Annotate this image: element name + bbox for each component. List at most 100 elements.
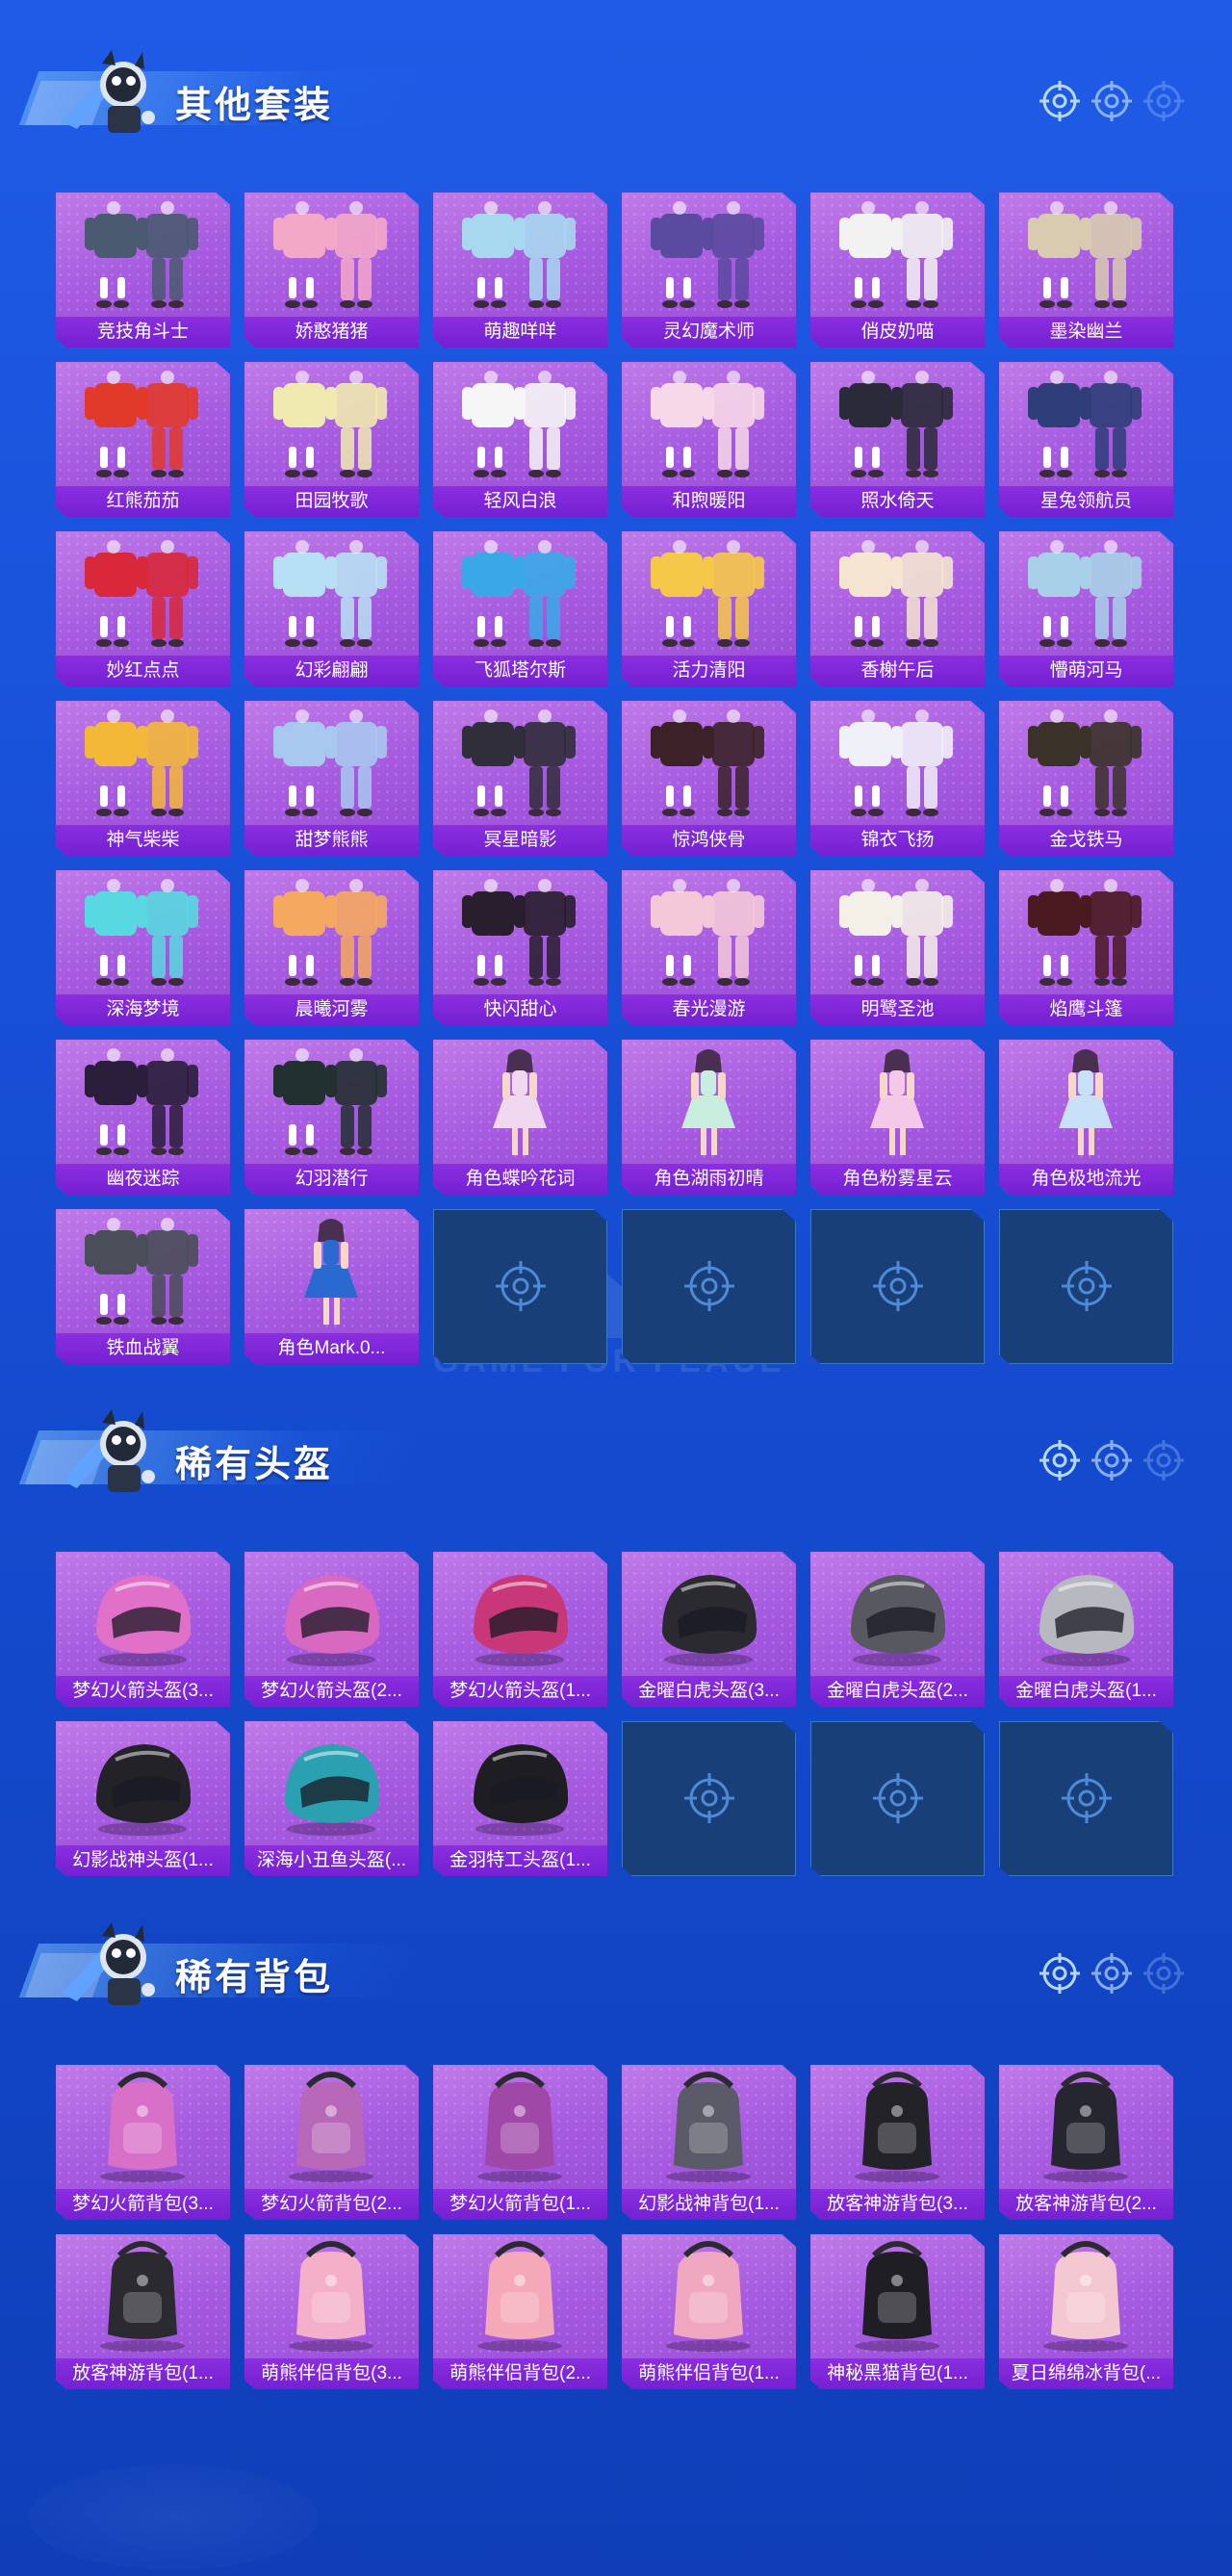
backpack-image	[477, 2241, 562, 2352]
item-tile[interactable]: 锦衣飞扬	[810, 701, 985, 856]
item-tile[interactable]: 幻影战神背包(1...	[622, 2065, 796, 2220]
item-tile[interactable]: 放客神游背包(2...	[999, 2065, 1173, 2220]
item-tile[interactable]: 金戈铁马	[999, 701, 1173, 856]
item-tile[interactable]: 俏皮奶喵	[810, 193, 985, 348]
item-tile[interactable]: 轻风白浪	[433, 362, 607, 517]
item-tile[interactable]: 角色极地流光	[999, 1040, 1173, 1195]
helmet-image	[285, 1575, 380, 1666]
item-label: 灵幻魔术师	[622, 317, 796, 348]
item-tile[interactable]: 竞技角斗士	[56, 193, 230, 348]
item-tile[interactable]: 神秘黑猫背包(1...	[810, 2234, 985, 2389]
item-tile[interactable]: 活力清阳	[622, 531, 796, 686]
item-tile[interactable]: 梦幻火箭头盔(3...	[56, 1552, 230, 1707]
item-tile[interactable]: 飞狐塔尔斯	[433, 531, 607, 686]
item-tile[interactable]: 金曜白虎头盔(3...	[622, 1552, 796, 1707]
item-tile[interactable]: 角色粉雾星云	[810, 1040, 985, 1195]
outfit-image	[85, 1048, 198, 1155]
item-tile[interactable]: 照水倚天	[810, 362, 985, 517]
item-tile[interactable]: 梦幻火箭头盔(2...	[244, 1552, 419, 1707]
item-tile[interactable]: 灵幻魔术师	[622, 193, 796, 348]
item-tile[interactable]: 角色蝶吟花词	[433, 1040, 607, 1195]
item-tile[interactable]: 懵萌河马	[999, 531, 1173, 686]
item-tile[interactable]: 红熊茄茄	[56, 362, 230, 517]
item-label: 幽夜迷踪	[56, 1164, 230, 1195]
item-tile[interactable]: 幻羽潜行	[244, 1040, 419, 1195]
item-tile[interactable]: 金羽特工头盔(1...	[433, 1721, 607, 1876]
item-label: 金曜白虎头盔(1...	[999, 1676, 1173, 1707]
item-tile[interactable]: 香榭午后	[810, 531, 985, 686]
section-decoration	[1040, 1953, 1184, 1994]
item-tile[interactable]: 金曜白虎头盔(1...	[999, 1552, 1173, 1707]
item-label: 飞狐塔尔斯	[433, 656, 607, 686]
item-tile[interactable]: 幻彩翩翩	[244, 531, 419, 686]
outfit-image	[651, 709, 764, 816]
item-tile[interactable]: 快闪甜心	[433, 870, 607, 1025]
item-tile[interactable]: 神气柴柴	[56, 701, 230, 856]
section-header: 稀有头盔	[18, 1405, 1213, 1502]
item-tile[interactable]: 妙红点点	[56, 531, 230, 686]
item-tile[interactable]: 田园牧歌	[244, 362, 419, 517]
outfit-image	[651, 540, 764, 647]
helmet-image	[474, 1744, 569, 1836]
helmet-image	[474, 1575, 569, 1666]
item-tile[interactable]: 幻影战神头盔(1...	[56, 1721, 230, 1876]
character-image	[681, 1049, 735, 1155]
item-label: 快闪甜心	[433, 994, 607, 1025]
item-tile[interactable]: 星兔领航员	[999, 362, 1173, 517]
section-header: 稀有背包	[18, 1919, 1213, 2015]
item-label: 神气柴柴	[56, 825, 230, 856]
item-tile[interactable]: 铁血战翼	[56, 1209, 230, 1364]
crosshair-icon	[1062, 1261, 1112, 1311]
item-label: 焰鹰斗篷	[999, 994, 1173, 1025]
backpack-image	[100, 2241, 185, 2352]
item-tile[interactable]: 萌熊伴侣背包(3...	[244, 2234, 419, 2389]
outfit-image	[85, 201, 198, 308]
item-tile[interactable]: 和煦暖阳	[622, 362, 796, 517]
backpack-image	[1043, 2072, 1128, 2182]
item-tile[interactable]: 春光漫游	[622, 870, 796, 1025]
empty-slot	[622, 1209, 796, 1364]
outfit-image	[1028, 709, 1142, 816]
item-tile[interactable]: 梦幻火箭背包(1...	[433, 2065, 607, 2220]
item-tile[interactable]: 明鹭圣池	[810, 870, 985, 1025]
item-tile[interactable]: 放客神游背包(3...	[810, 2065, 985, 2220]
item-label: 萌熊伴侣背包(1...	[622, 2358, 796, 2389]
item-tile[interactable]: 深海小丑鱼头盔(...	[244, 1721, 419, 1876]
item-tile[interactable]: 晨曦河雾	[244, 870, 419, 1025]
item-label: 晨曦河雾	[244, 994, 419, 1025]
item-tile[interactable]: 墨染幽兰	[999, 193, 1173, 348]
item-tile[interactable]: 冥星暗影	[433, 701, 607, 856]
helmet-image	[1040, 1575, 1135, 1666]
outfit-image	[462, 371, 576, 477]
item-tile[interactable]: 幽夜迷踪	[56, 1040, 230, 1195]
character-image	[304, 1219, 358, 1325]
item-tile[interactable]: 娇憨猪猪	[244, 193, 419, 348]
item-label: 梦幻火箭背包(1...	[433, 2189, 607, 2220]
item-tile[interactable]: 放客神游背包(1...	[56, 2234, 230, 2389]
item-tile[interactable]: 萌趣咩咩	[433, 193, 607, 348]
item-tile[interactable]: 角色湖雨初晴	[622, 1040, 796, 1195]
item-tile[interactable]: 萌熊伴侣背包(1...	[622, 2234, 796, 2389]
item-tile[interactable]: 甜梦熊熊	[244, 701, 419, 856]
item-label: 和煦暖阳	[622, 486, 796, 517]
item-tile[interactable]: 深海梦境	[56, 870, 230, 1025]
item-tile[interactable]: 夏日绵绵冰背包(...	[999, 2234, 1173, 2389]
item-tile[interactable]: 角色Mark.0...	[244, 1209, 419, 1364]
item-tile[interactable]: 梦幻火箭背包(2...	[244, 2065, 419, 2220]
item-tile[interactable]: 萌熊伴侣背包(2...	[433, 2234, 607, 2389]
outfit-image	[462, 201, 576, 308]
item-tile[interactable]: 梦幻火箭背包(3...	[56, 2065, 230, 2220]
outfit-image	[85, 540, 198, 647]
item-tile[interactable]: 梦幻火箭头盔(1...	[433, 1552, 607, 1707]
crosshair-icon	[496, 1261, 546, 1311]
item-label: 甜梦熊熊	[244, 825, 419, 856]
item-label: 角色蝶吟花词	[433, 1164, 607, 1195]
item-label: 娇憨猪猪	[244, 317, 419, 348]
item-tile[interactable]: 焰鹰斗篷	[999, 870, 1173, 1025]
item-tile[interactable]: 惊鸿侠骨	[622, 701, 796, 856]
item-tile[interactable]: 金曜白虎头盔(2...	[810, 1552, 985, 1707]
item-grid: 梦幻火箭背包(3... 梦幻火箭背包(2... 梦幻火箭背包(1... 幻影战神背包(…	[56, 2065, 1173, 2389]
item-label: 红熊茄茄	[56, 486, 230, 517]
item-label: 幻彩翩翩	[244, 656, 419, 686]
item-label: 幻影战神头盔(1...	[56, 1845, 230, 1876]
